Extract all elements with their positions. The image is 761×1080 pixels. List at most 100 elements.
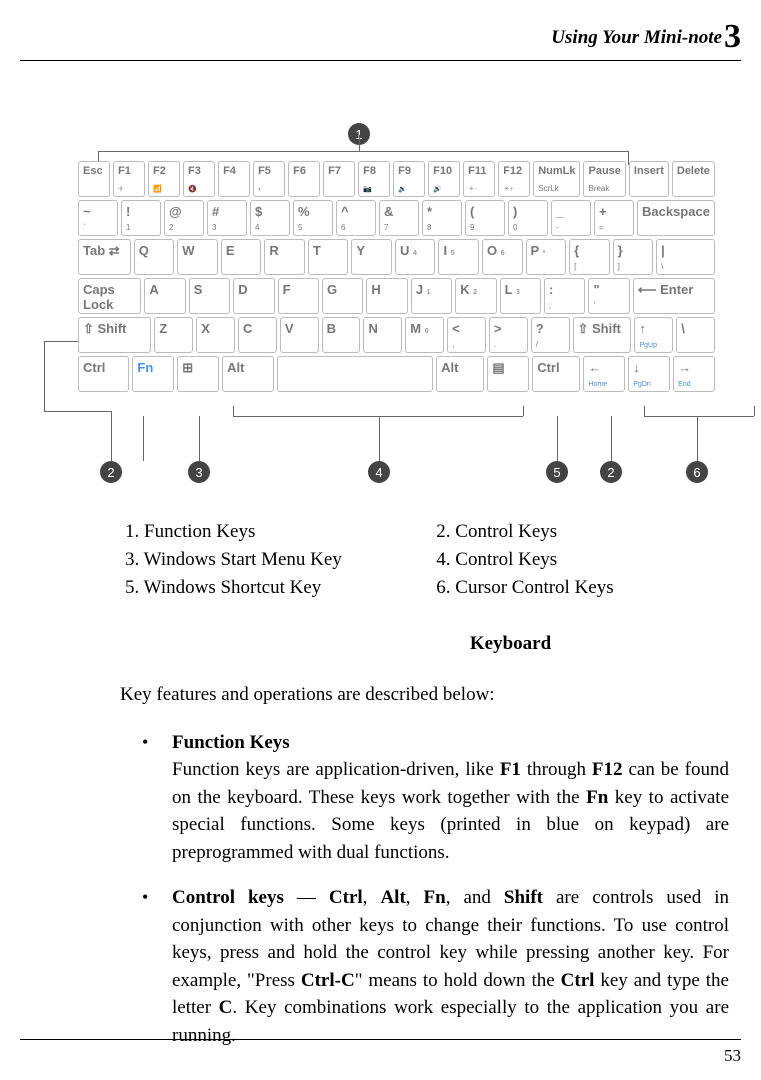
key: ?/ — [531, 317, 570, 353]
key: Q — [134, 239, 175, 275]
key: K 2 — [455, 278, 496, 314]
key: $4 — [250, 200, 290, 236]
legend-item: 6. Cursor Control Keys — [436, 577, 691, 599]
key: C — [238, 317, 277, 353]
key: Insert — [629, 161, 669, 197]
feature-list: Function KeysFunction keys are applicati… — [142, 729, 729, 1050]
key: ⇧ Shift — [573, 317, 632, 353]
key: I 5 — [438, 239, 479, 275]
callout-2a: 2 — [100, 461, 122, 483]
key: {[ — [569, 239, 610, 275]
callout-5: 5 — [546, 461, 568, 483]
key: |\ — [656, 239, 715, 275]
page-number: 53 — [724, 1046, 741, 1065]
key: F9🔉 — [393, 161, 425, 197]
key: ←Home — [583, 356, 625, 392]
legend-item: 4. Control Keys — [436, 549, 691, 571]
key: →End — [673, 356, 715, 392]
page-footer: 53 — [20, 1039, 741, 1066]
callout-4: 4 — [368, 461, 390, 483]
key: ↑PgUp — [634, 317, 673, 353]
keyboard-figure: 1 EscF1✈F2📶F3🔇F4F5◐F6F7F8📷F9🔉F10🔊F11☀-F1… — [38, 131, 723, 491]
key: <, — [447, 317, 486, 353]
key: Caps Lock — [78, 278, 141, 314]
key: V — [280, 317, 319, 353]
key: Esc — [78, 161, 110, 197]
key: !1 — [121, 200, 161, 236]
key — [277, 356, 434, 392]
key: F7 — [323, 161, 355, 197]
key: F8📷 — [358, 161, 390, 197]
callout-6: 6 — [686, 461, 708, 483]
key: E — [221, 239, 262, 275]
key: Fn — [132, 356, 174, 392]
legend-item: 2. Control Keys — [436, 521, 691, 543]
key: ^6 — [336, 200, 376, 236]
key: )0 — [508, 200, 548, 236]
key: ~` — [78, 200, 118, 236]
key: B — [322, 317, 361, 353]
feature-item: Control keys — Ctrl, Alt, Fn, and Shift … — [142, 884, 729, 1049]
key: Z — [154, 317, 193, 353]
key: Tab ⇄ — [78, 239, 131, 275]
key: T — [308, 239, 349, 275]
key: :; — [544, 278, 585, 314]
key: #3 — [207, 200, 247, 236]
key: Alt — [222, 356, 273, 392]
key: @2 — [164, 200, 204, 236]
key: _- — [551, 200, 591, 236]
legend-item: 1. Function Keys — [125, 521, 436, 543]
intro-text: Key features and operations are describe… — [120, 681, 729, 709]
key: Alt — [436, 356, 484, 392]
key: O 6 — [482, 239, 523, 275]
key: F4 — [218, 161, 250, 197]
key: ▤ — [487, 356, 529, 392]
key: F11☀- — [463, 161, 495, 197]
page-header: Using Your Mini-note3 — [20, 18, 741, 61]
key: D — [233, 278, 274, 314]
key: U 4 — [395, 239, 436, 275]
key: Backspace — [637, 200, 715, 236]
key: F3🔇 — [183, 161, 215, 197]
key: &7 — [379, 200, 419, 236]
key: *8 — [422, 200, 462, 236]
key: F10🔊 — [428, 161, 460, 197]
chapter-number: 3 — [724, 18, 741, 55]
key: X — [196, 317, 235, 353]
callout-3: 3 — [188, 461, 210, 483]
key: ⊞ — [177, 356, 219, 392]
key: L 3 — [500, 278, 541, 314]
key: ⇧ Shift — [78, 317, 151, 353]
key: F12☀+ — [498, 161, 530, 197]
legend-item: 5. Windows Shortcut Key — [125, 577, 436, 599]
key: P * — [526, 239, 567, 275]
key: R — [264, 239, 305, 275]
key: N — [363, 317, 402, 353]
figure-caption: Keyboard — [280, 633, 741, 655]
key: H — [366, 278, 407, 314]
key: ⟵ Enter — [633, 278, 715, 314]
key: Ctrl — [532, 356, 580, 392]
key: F2📶 — [148, 161, 180, 197]
key: (9 — [465, 200, 505, 236]
key: += — [594, 200, 634, 236]
key: S — [189, 278, 230, 314]
key: Delete — [672, 161, 715, 197]
key: F1✈ — [113, 161, 145, 197]
key: Y — [351, 239, 392, 275]
key: F5◐ — [253, 161, 285, 197]
keyboard-diagram: EscF1✈F2📶F3🔇F4F5◐F6F7F8📷F9🔉F10🔊F11☀-F12☀… — [78, 161, 715, 392]
header-title: Using Your Mini-note — [551, 27, 722, 48]
body-text: Key features and operations are describe… — [120, 681, 729, 1050]
legend-item: 3. Windows Start Menu Key — [125, 549, 436, 571]
keyboard-legend: 1. Function Keys2. Control Keys3. Window… — [125, 521, 691, 599]
key: NumLkScrLk — [533, 161, 580, 197]
key: }] — [613, 239, 654, 275]
key: F6 — [288, 161, 320, 197]
key: "' — [588, 278, 629, 314]
key: >. — [489, 317, 528, 353]
callout-2b: 2 — [600, 461, 622, 483]
key: \ — [676, 317, 715, 353]
key: G — [322, 278, 363, 314]
key: J 1 — [411, 278, 452, 314]
